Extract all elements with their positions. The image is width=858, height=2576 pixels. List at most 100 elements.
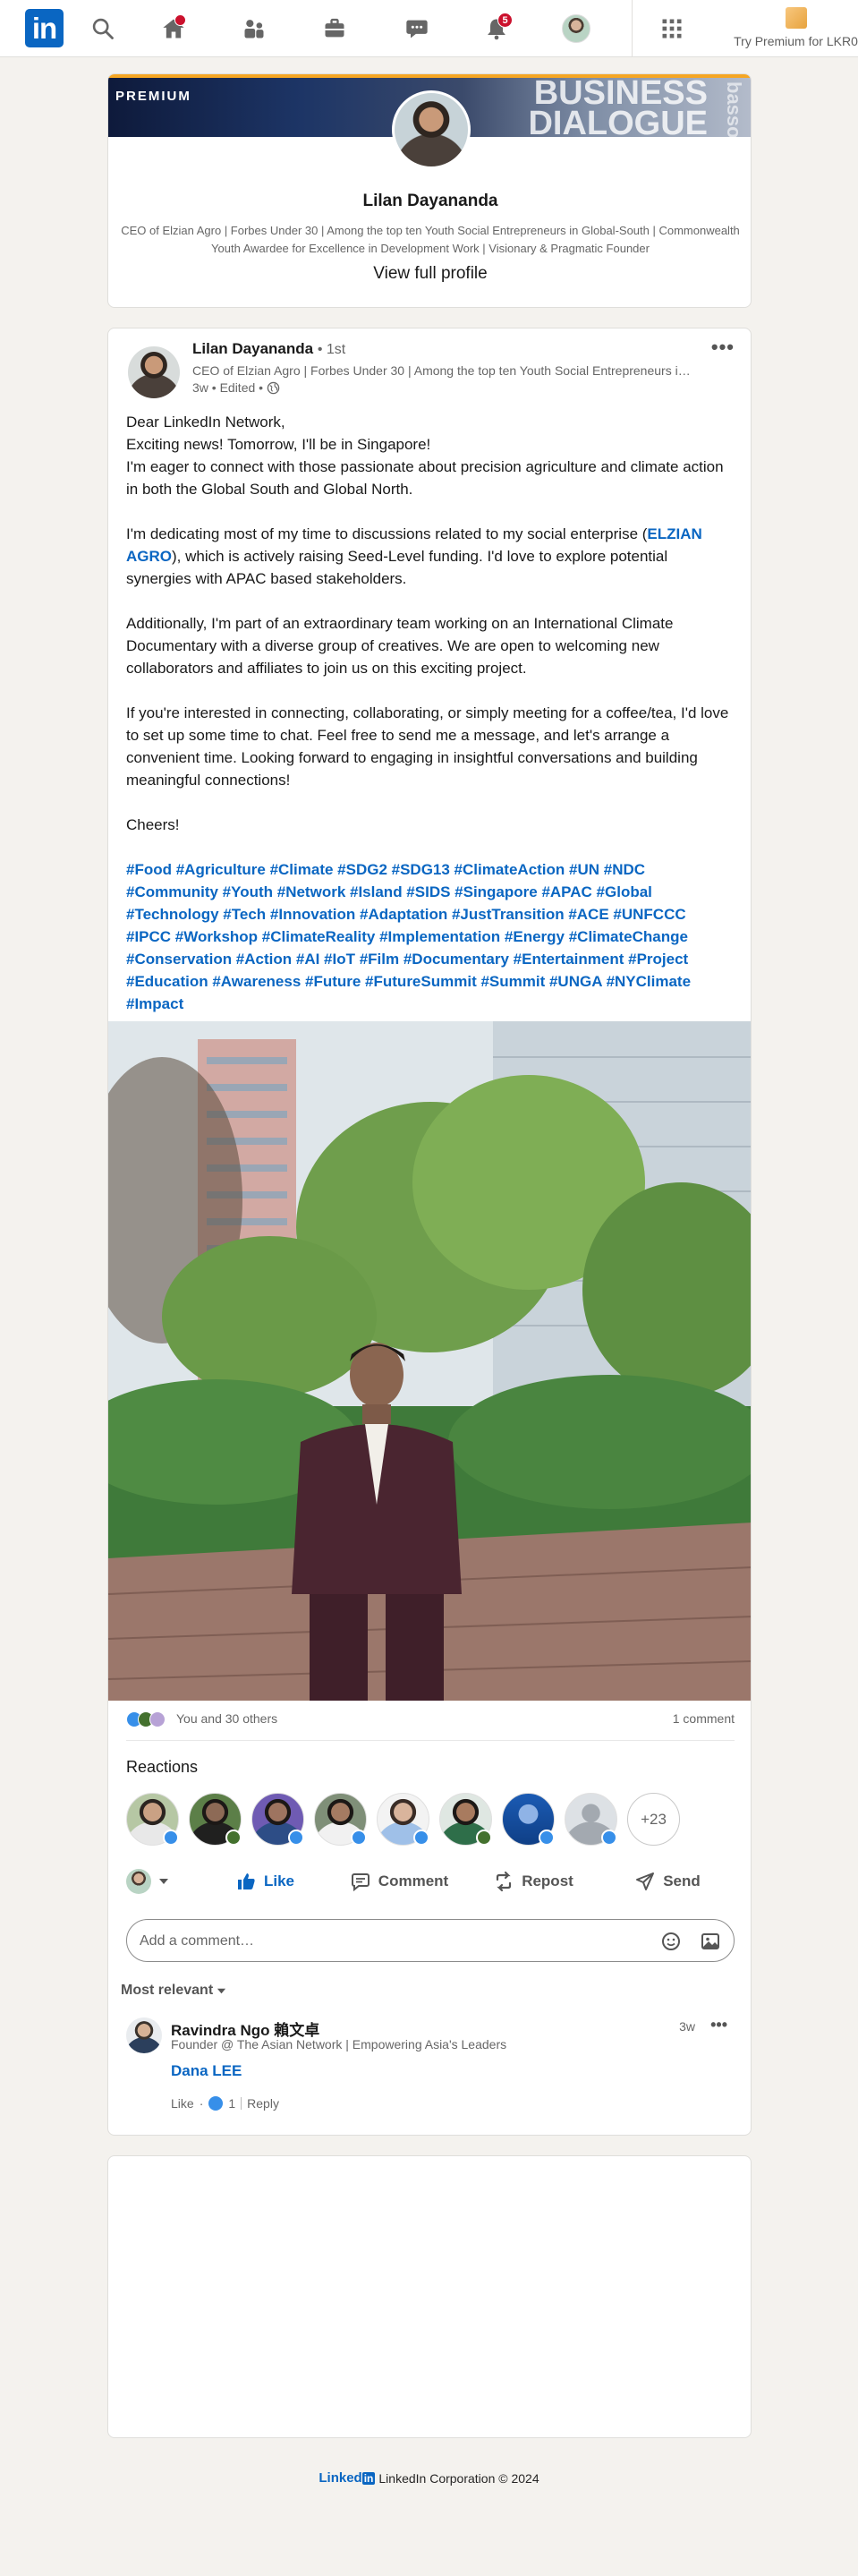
- divider: [126, 1740, 735, 1741]
- like-badge-icon: [351, 1830, 367, 1846]
- reactions-count[interactable]: You and 30 others: [176, 1711, 277, 1726]
- post-image[interactable]: [108, 1021, 751, 1701]
- post-paragraph: Additionally, I'm part of an extraordina…: [126, 615, 674, 677]
- home-icon[interactable]: [157, 13, 190, 45]
- top-nav: in 5 Try Premium for LKR0: [0, 0, 858, 57]
- my-network-icon[interactable]: [238, 13, 270, 45]
- comment-sort-dropdown[interactable]: Most relevant: [121, 1983, 226, 1999]
- repost-icon: [497, 1871, 512, 1892]
- more-reactors-button[interactable]: +23: [627, 1793, 680, 1846]
- social-counts[interactable]: You and 30 others 1 comment: [126, 1710, 735, 1729]
- send-button[interactable]: Send: [600, 1871, 735, 1892]
- empty-placeholder-card: [107, 2155, 752, 2438]
- reactor-avatar[interactable]: [251, 1793, 304, 1846]
- banner-title-line-1: BUSINESS: [533, 74, 708, 112]
- notifications-badge: 5: [497, 13, 513, 28]
- add-comment-box[interactable]: [126, 1919, 735, 1962]
- like-badge-icon: [601, 1830, 617, 1846]
- hashtags[interactable]: #Food #Agriculture #Climate #SDG2 #SDG13…: [126, 858, 735, 1015]
- comment-button[interactable]: Comment: [332, 1871, 466, 1892]
- like-badge-icon: [413, 1830, 429, 1846]
- comment-mention-link[interactable]: Dana LEE: [171, 2062, 242, 2080]
- like-badge-icon: [163, 1830, 179, 1846]
- post-engagement-section: You and 30 others 1 comment Reactions +2…: [107, 1701, 752, 2136]
- commenter-headline: Founder @ The Asian Network | Empowering…: [171, 2037, 507, 2051]
- chevron-down-icon: [159, 1879, 168, 1884]
- comment-input[interactable]: [140, 1931, 623, 1952]
- reactor-avatar[interactable]: [565, 1793, 617, 1846]
- repost-label: Repost: [522, 1872, 573, 1889]
- post-paragraph: If you're interested in connecting, coll…: [126, 704, 729, 789]
- premium-label: Try Premium for LKR0: [734, 34, 858, 48]
- reactions-title: Reactions: [126, 1758, 199, 1776]
- image-icon[interactable]: [700, 1931, 721, 1952]
- author-name-line[interactable]: Lilan Dayananda • 1st: [192, 340, 345, 358]
- repost-button[interactable]: Repost: [466, 1871, 600, 1892]
- post-paragraph: I'm dedicating most of my time to discus…: [126, 523, 735, 590]
- post-paragraph: Cheers!: [126, 816, 180, 833]
- post-photo-illustration: [108, 1021, 751, 1701]
- profile-card: PREMIUM BUSINESS DIALOGUE basso Lilan Da…: [107, 73, 752, 308]
- actor-avatar: [126, 1869, 151, 1894]
- comment-like-count[interactable]: 1: [228, 2096, 235, 2111]
- author-avatar[interactable]: [128, 346, 180, 398]
- profile-name[interactable]: Lilan Dayananda: [108, 192, 751, 211]
- view-full-profile-button[interactable]: View full profile: [108, 264, 751, 284]
- footer-brand[interactable]: Linked in: [319, 2470, 376, 2486]
- reactor-avatar[interactable]: [189, 1793, 242, 1846]
- banner-side-text: basso: [723, 81, 745, 139]
- post-paragraph-pre: I'm dedicating most of my time to discus…: [126, 525, 648, 542]
- nav-divider: [632, 0, 633, 57]
- caret-down-icon: [217, 1988, 226, 1993]
- emoji-icon[interactable]: [660, 1931, 682, 1952]
- comment-options-menu[interactable]: •••: [710, 2016, 727, 2034]
- footer: Linked in LinkedIn Corporation © 2024: [0, 2470, 858, 2486]
- comments-count[interactable]: 1 comment: [673, 1711, 735, 1726]
- sort-label: Most relevant: [121, 1983, 214, 1998]
- send-label: Send: [663, 1872, 701, 1889]
- premium-gem-icon: [785, 7, 807, 29]
- try-premium-link[interactable]: Try Premium for LKR0: [734, 5, 858, 52]
- comment-item: Ravindra Ngo 賴文卓 Founder @ The Asian Net…: [126, 2016, 735, 2125]
- like-button[interactable]: Like: [198, 1871, 332, 1892]
- me-avatar[interactable]: [562, 14, 590, 43]
- commenter-avatar[interactable]: [126, 2017, 162, 2053]
- reactor-avatar[interactable]: [502, 1793, 555, 1846]
- messaging-icon[interactable]: [401, 13, 433, 45]
- comment-reply-button[interactable]: Reply: [247, 2096, 279, 2111]
- like-count-icon: [208, 2096, 224, 2111]
- post-meta-text: 3w • Edited •: [192, 380, 264, 395]
- globe-icon: [267, 381, 280, 394]
- banner-title: BUSINESS DIALOGUE: [528, 74, 708, 141]
- reactor-avatar[interactable]: [314, 1793, 367, 1846]
- post-paragraph: I'm eager to connect with those passiona…: [126, 458, 724, 498]
- jobs-icon[interactable]: [319, 13, 351, 45]
- post-options-menu[interactable]: •••: [711, 336, 735, 359]
- actor-switcher[interactable]: [126, 1869, 198, 1894]
- celebrate-badge-icon: [476, 1830, 492, 1846]
- post-paragraph-post: ), which is actively raising Seed-Level …: [126, 548, 668, 587]
- author-headline: CEO of Elzian Agro | Forbes Under 30 | A…: [192, 363, 693, 378]
- author-name[interactable]: Lilan Dayananda: [192, 340, 313, 357]
- reactor-avatar[interactable]: [126, 1793, 179, 1846]
- celebrate-badge-icon: [225, 1830, 242, 1846]
- linkedin-logo[interactable]: in: [25, 9, 64, 47]
- notifications-icon[interactable]: 5: [480, 13, 513, 45]
- apps-grid-icon[interactable]: [656, 13, 688, 45]
- home-notification-dot: [174, 14, 186, 26]
- comment-label: Comment: [378, 1872, 449, 1889]
- footer-brand-text: Linked: [319, 2470, 362, 2486]
- like-label: Like: [263, 1872, 295, 1889]
- search-icon[interactable]: [87, 13, 119, 45]
- footer-brand-in: in: [361, 2472, 376, 2485]
- comment-like-button[interactable]: Like: [171, 2096, 194, 2111]
- send-icon: [636, 1872, 655, 1890]
- profile-photo[interactable]: [392, 90, 471, 169]
- profile-headline: CEO of Elzian Agro | Forbes Under 30 | A…: [121, 224, 740, 255]
- comment-actions: Like · 1 Reply: [171, 2096, 279, 2111]
- reactor-avatar[interactable]: [439, 1793, 492, 1846]
- hashtag-list[interactable]: #Food #Agriculture #Climate #SDG2 #SDG13…: [126, 861, 691, 1012]
- post-text: Dear LinkedIn Network, Exciting news! To…: [126, 411, 735, 1015]
- post-action-bar: Like Comment Repost Send: [126, 1860, 735, 1903]
- reactor-avatar[interactable]: [377, 1793, 429, 1846]
